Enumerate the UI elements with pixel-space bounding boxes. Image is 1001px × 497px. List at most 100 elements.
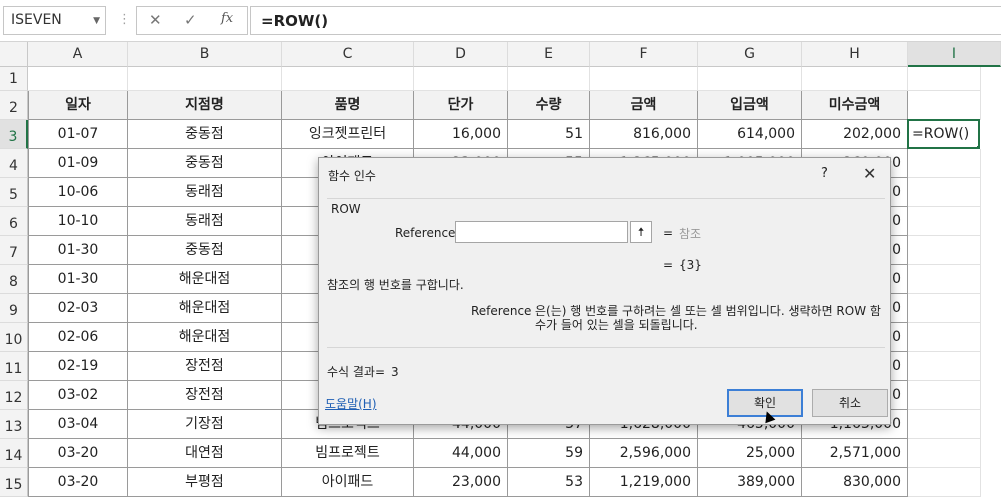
row-header-6[interactable]: 6: [0, 207, 28, 236]
table-cell[interactable]: 중동점: [128, 120, 282, 149]
column-header-d[interactable]: D: [414, 42, 508, 67]
table-header-cell[interactable]: 단가: [414, 91, 508, 120]
close-icon[interactable]: ✕: [863, 164, 876, 183]
column-header-f[interactable]: F: [590, 42, 698, 67]
cancel-button[interactable]: 취소: [812, 389, 888, 417]
table-cell[interactable]: 03-20: [28, 468, 128, 497]
table-cell[interactable]: 아이패드: [282, 468, 414, 497]
table-header-cell[interactable]: 품명: [282, 91, 414, 120]
row-header-7[interactable]: 7: [0, 236, 28, 265]
column-header-a[interactable]: A: [28, 42, 128, 67]
table-cell[interactable]: 2,571,000: [802, 439, 908, 468]
table-cell[interactable]: 해운대점: [128, 323, 282, 352]
column-header-b[interactable]: B: [128, 42, 282, 67]
cancel-icon[interactable]: ✕: [149, 11, 162, 29]
table-header-cell[interactable]: 미수금액: [802, 91, 908, 120]
column-header-g[interactable]: G: [698, 42, 802, 67]
table-cell[interactable]: 대연점: [128, 439, 282, 468]
table-cell[interactable]: 59: [508, 439, 590, 468]
cell[interactable]: [128, 67, 282, 91]
cell[interactable]: [28, 67, 128, 91]
row-header-13[interactable]: 13: [0, 410, 28, 439]
row-header-11[interactable]: 11: [0, 352, 28, 381]
table-cell[interactable]: 동래점: [128, 207, 282, 236]
cell[interactable]: [908, 67, 981, 91]
table-cell[interactable]: 25,000: [698, 439, 802, 468]
table-cell[interactable]: 해운대점: [128, 265, 282, 294]
reference-input[interactable]: [455, 221, 628, 243]
cell[interactable]: [908, 410, 981, 439]
row-header-1[interactable]: 1: [0, 67, 28, 91]
row-header-14[interactable]: 14: [0, 439, 28, 468]
table-cell[interactable]: 10-06: [28, 178, 128, 207]
row-header-5[interactable]: 5: [0, 178, 28, 207]
row-header-12[interactable]: 12: [0, 381, 28, 410]
cell[interactable]: [908, 178, 981, 207]
column-header-h[interactable]: H: [802, 42, 908, 67]
active-cell[interactable]: =ROW(): [907, 119, 980, 149]
table-cell[interactable]: 1,219,000: [590, 468, 698, 497]
cell[interactable]: [590, 67, 698, 91]
cell[interactable]: [698, 67, 802, 91]
table-header-cell[interactable]: 수량: [508, 91, 590, 120]
column-header-i[interactable]: I: [908, 42, 1001, 67]
select-all-corner[interactable]: [0, 42, 28, 67]
cell[interactable]: [802, 67, 908, 91]
table-cell[interactable]: 장전점: [128, 381, 282, 410]
collapse-dialog-icon[interactable]: 🠅: [630, 221, 652, 243]
table-cell[interactable]: 부평점: [128, 468, 282, 497]
table-cell[interactable]: 16,000: [414, 120, 508, 149]
chevron-down-icon[interactable]: ▼: [93, 16, 100, 26]
table-cell[interactable]: 2,596,000: [590, 439, 698, 468]
cell[interactable]: [908, 323, 981, 352]
table-cell[interactable]: 02-03: [28, 294, 128, 323]
table-cell[interactable]: 816,000: [590, 120, 698, 149]
formula-input[interactable]: =ROW(): [250, 6, 1001, 35]
table-cell[interactable]: 202,000: [802, 120, 908, 149]
table-cell[interactable]: 51: [508, 120, 590, 149]
table-cell[interactable]: 02-06: [28, 323, 128, 352]
help-icon[interactable]: ?: [821, 166, 828, 181]
cell[interactable]: [908, 439, 981, 468]
table-cell[interactable]: 02-19: [28, 352, 128, 381]
table-cell[interactable]: 기장점: [128, 410, 282, 439]
table-cell[interactable]: 01-09: [28, 149, 128, 178]
cell[interactable]: [908, 468, 981, 497]
table-cell[interactable]: 잉크젯프린터: [282, 120, 414, 149]
row-header-10[interactable]: 10: [0, 323, 28, 352]
cell[interactable]: [908, 352, 981, 381]
table-cell[interactable]: 01-30: [28, 236, 128, 265]
cell[interactable]: [908, 236, 981, 265]
table-cell[interactable]: 동래점: [128, 178, 282, 207]
table-cell[interactable]: 장전점: [128, 352, 282, 381]
table-cell[interactable]: 중동점: [128, 149, 282, 178]
row-header-3[interactable]: 3: [0, 120, 28, 149]
table-cell[interactable]: 01-30: [28, 265, 128, 294]
table-cell[interactable]: 03-04: [28, 410, 128, 439]
cell[interactable]: [908, 265, 981, 294]
row-header-9[interactable]: 9: [0, 294, 28, 323]
insert-function-icon[interactable]: fx: [221, 11, 233, 26]
cell[interactable]: [908, 207, 981, 236]
table-cell[interactable]: 03-20: [28, 439, 128, 468]
column-header-c[interactable]: C: [282, 42, 414, 67]
table-header-cell[interactable]: 일자: [28, 91, 128, 120]
row-header-15[interactable]: 15: [0, 468, 28, 497]
table-header-cell[interactable]: 지점명: [128, 91, 282, 120]
fill-handle[interactable]: [976, 145, 978, 147]
table-cell[interactable]: 614,000: [698, 120, 802, 149]
table-cell[interactable]: 03-02: [28, 381, 128, 410]
cell[interactable]: [508, 67, 590, 91]
row-header-8[interactable]: 8: [0, 265, 28, 294]
cell[interactable]: [414, 67, 508, 91]
column-header-e[interactable]: E: [508, 42, 590, 67]
row-header-4[interactable]: 4: [0, 149, 28, 178]
table-cell[interactable]: 10-10: [28, 207, 128, 236]
table-cell[interactable]: 23,000: [414, 468, 508, 497]
row-header-2[interactable]: 2: [0, 91, 28, 120]
cell[interactable]: [282, 67, 414, 91]
table-cell[interactable]: 중동점: [128, 236, 282, 265]
help-link[interactable]: 도움말(H): [325, 395, 377, 412]
name-box[interactable]: ISEVEN ▼: [3, 6, 106, 35]
table-cell[interactable]: 53: [508, 468, 590, 497]
